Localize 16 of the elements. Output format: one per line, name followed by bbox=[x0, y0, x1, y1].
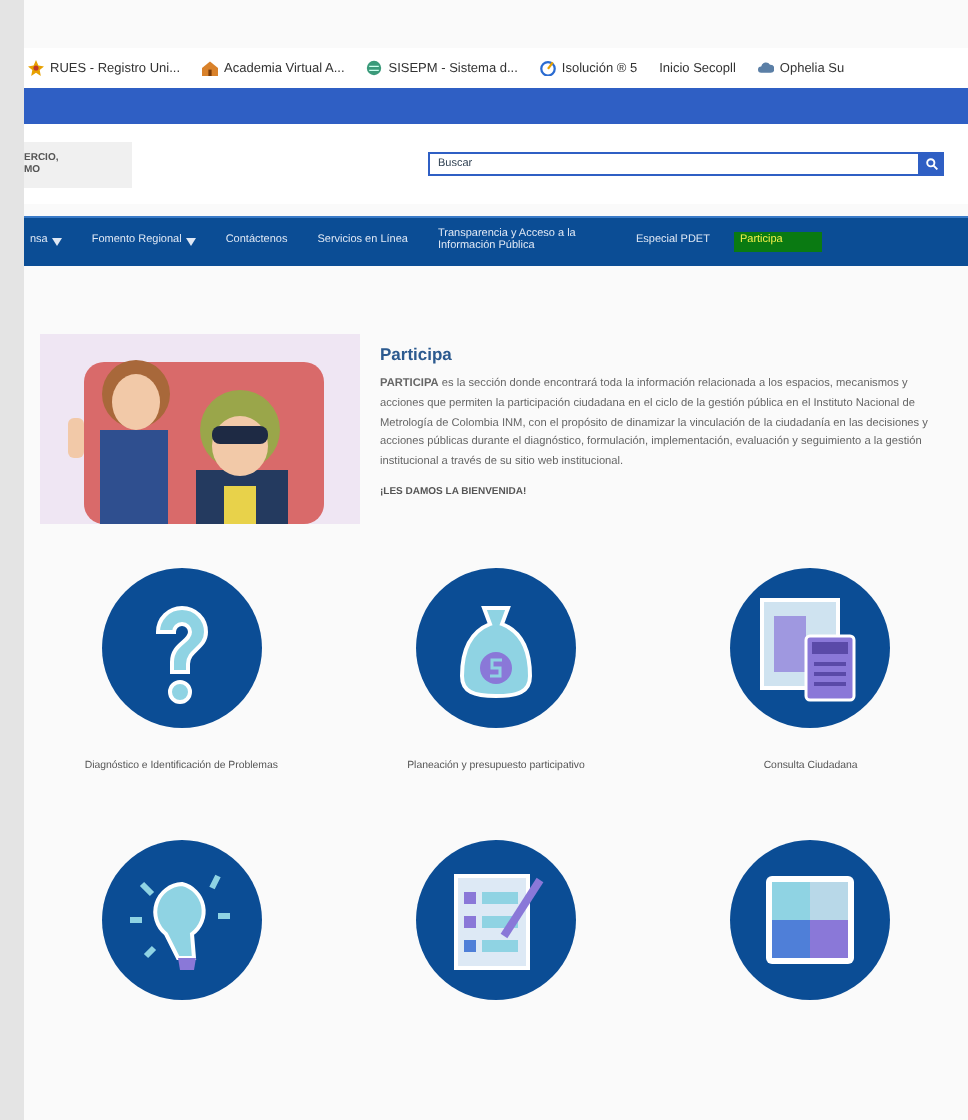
gauge-icon bbox=[539, 60, 556, 76]
money-icon[interactable] bbox=[415, 568, 576, 728]
star-icon bbox=[28, 60, 44, 76]
puzzle-icon[interactable] bbox=[730, 840, 891, 1000]
house-icon bbox=[202, 60, 219, 76]
question-icon[interactable] bbox=[101, 568, 262, 728]
section-title: Participa bbox=[380, 344, 454, 364]
globe-icon bbox=[366, 60, 383, 76]
caret-icon bbox=[51, 237, 62, 246]
cloud-icon bbox=[757, 60, 774, 76]
bulb-icon[interactable] bbox=[101, 840, 262, 1000]
search-button[interactable] bbox=[920, 152, 944, 176]
calculator-icon[interactable] bbox=[730, 568, 891, 728]
caret-icon bbox=[185, 237, 196, 246]
checklist-icon[interactable] bbox=[415, 840, 576, 1000]
search-icon bbox=[926, 158, 938, 170]
